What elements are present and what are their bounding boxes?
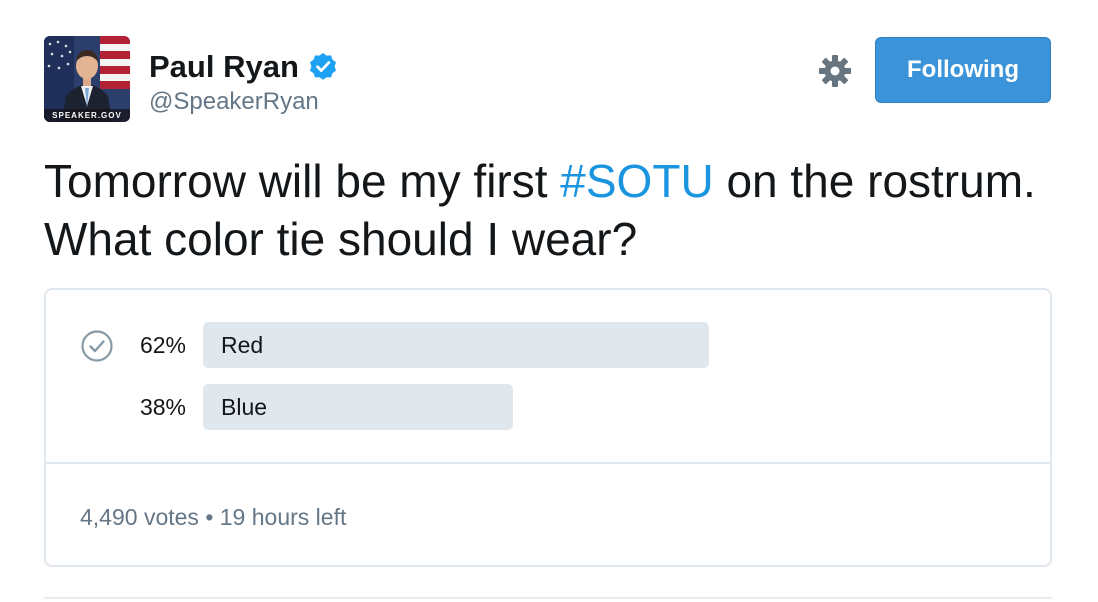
divider — [44, 597, 1052, 599]
poll-option-label: Blue — [221, 394, 268, 420]
poll-time-left: 19 hours left — [219, 504, 347, 530]
poll-option-blue: 38% Blue — [46, 384, 1050, 430]
poll-meta: 4,490 votes • 19 hours left — [80, 500, 346, 534]
check-circle-icon — [81, 330, 113, 362]
avatar-caption: SPEAKER.GOV — [44, 109, 130, 122]
poll-option-label: Red — [221, 332, 264, 358]
poll-vote-count: 4,490 votes — [80, 504, 199, 530]
poll-card: 62% Red 38% Blue 4,490 votes • 19 hours … — [44, 288, 1052, 567]
meta-separator: • — [205, 504, 214, 530]
display-name[interactable]: Paul Ryan — [149, 48, 299, 86]
following-button[interactable]: Following — [875, 37, 1051, 103]
verified-badge-icon — [310, 53, 336, 80]
poll-option-percent: 62% — [139, 332, 186, 358]
poll-option-red: 62% Red — [46, 322, 1050, 368]
tweet-text: Tomorrow will be my first #SOTU on the r… — [44, 152, 1054, 268]
poll-option-percent: 38% — [139, 394, 186, 420]
gear-icon[interactable] — [816, 52, 854, 90]
hashtag-link[interactable]: #SOTU — [560, 155, 713, 207]
tweet-text-before: Tomorrow will be my first — [44, 155, 561, 207]
poll-divider — [46, 462, 1050, 464]
user-handle[interactable]: @SpeakerRyan — [149, 86, 319, 118]
avatar[interactable]: SPEAKER.GOV — [44, 36, 130, 122]
poll-result-bar — [203, 322, 709, 368]
